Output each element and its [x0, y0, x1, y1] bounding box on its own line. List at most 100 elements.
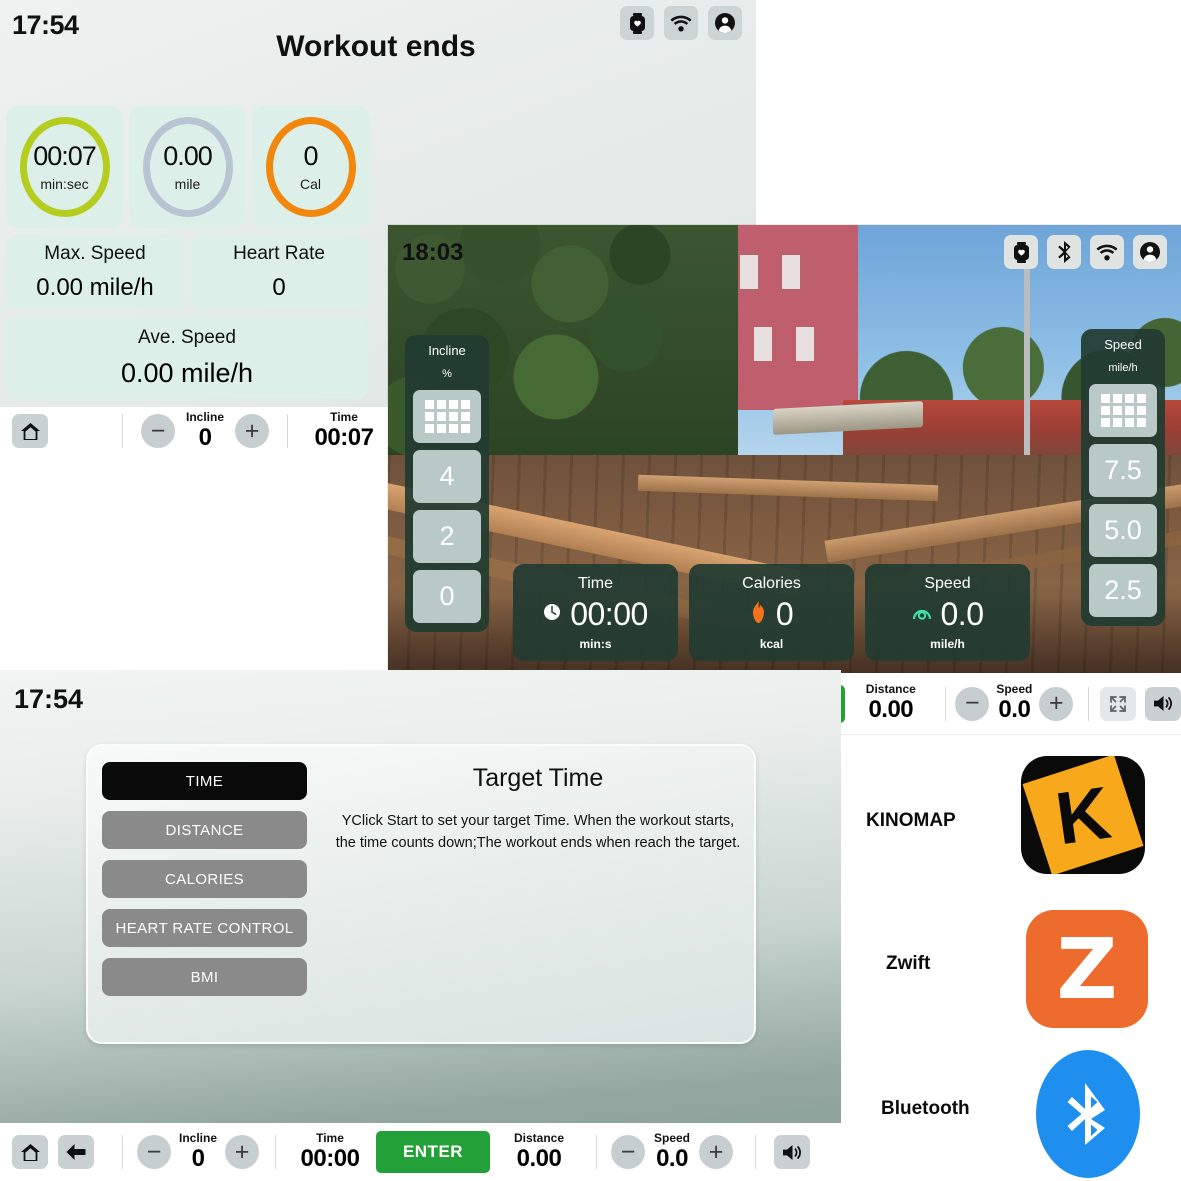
heart-rate-watch-icon[interactable] [620, 6, 654, 40]
panel3-console-bar: − Incline 0 + Time 00:00 ENTER Distance … [0, 1123, 841, 1181]
time-field: Time 00:00 [284, 1130, 376, 1173]
mode-item-bmi[interactable]: BMI [102, 958, 307, 996]
volume-icon[interactable] [1145, 686, 1181, 721]
stat-row-top: Max. Speed 0.00 mile/h Heart Rate 0 [6, 235, 368, 309]
stat-value-heart-rate: 0 [272, 273, 286, 301]
profile-icon[interactable] [708, 6, 742, 40]
mode-item-distance[interactable]: DISTANCE [102, 811, 307, 849]
stat-card-max-speed: Max. Speed 0.00 mile/h [6, 235, 184, 309]
gauge-icon [912, 603, 932, 626]
metric-card-row: Time 00:00 min:s Calories 0 kcal Speed 0… [513, 564, 1030, 661]
home-icon[interactable] [12, 414, 48, 448]
stat-card-ave-speed: Ave. Speed 0.00 mile/h [6, 317, 368, 399]
kinomap-k-glyph: K [1050, 770, 1116, 860]
bluetooth-rune-glyph [1067, 1083, 1105, 1145]
kinomap-video-panel: 18:03 Incline % 4 2 0 Speed mile/h 7.5 5… [388, 225, 1181, 734]
bluetooth-logo [1036, 1050, 1140, 1178]
mode-detail-description: YClick Start to set your target Time. Wh… [335, 813, 741, 851]
incline-value: 0 [198, 423, 212, 451]
app-label-zwift: Zwift [886, 953, 931, 974]
wifi-icon[interactable] [664, 6, 698, 40]
volume-icon[interactable] [774, 1135, 810, 1169]
divider [944, 686, 946, 721]
screenshot-root: 17:54 Workout ends 00:07 min:sec 0.00 mi… [0, 0, 1181, 1181]
metric-body-calories: 0 [750, 595, 794, 633]
wifi-icon[interactable] [1090, 235, 1124, 269]
video-scene: 18:03 Incline % 4 2 0 Speed mile/h 7.5 5… [388, 225, 1181, 673]
mode-item-heart-rate-control[interactable]: HEART RATE CONTROL [102, 909, 307, 947]
metric-card-speed: Speed 0.0 mile/h [865, 564, 1030, 661]
speed-value: 0.0 [998, 696, 1031, 724]
speed-preset-75[interactable]: 7.5 [1089, 444, 1157, 497]
mode-detail-title: Target Time [472, 764, 604, 792]
stat-value-ave-speed: 0.00 mile/h [120, 358, 254, 388]
gauge-card-distance: 0.00 mile [129, 106, 246, 228]
keypad-icon[interactable] [1089, 384, 1157, 437]
keypad-icon[interactable] [413, 390, 481, 443]
speed-minus-button[interactable]: − [955, 686, 990, 721]
keypad-glyph [1100, 394, 1146, 427]
time-label: Time [316, 1130, 344, 1145]
incline-preset-2[interactable]: 2 [413, 510, 481, 563]
profile-icon[interactable] [1133, 235, 1167, 269]
keypad-glyph [424, 400, 470, 433]
speed-preset-25[interactable]: 2.5 [1089, 564, 1157, 617]
gauge-ring-distance: 0.00 mile [142, 117, 233, 217]
target-mode-panel: 17:54 TIME DISTANCE CALORIES HEART RATE … [0, 670, 841, 1181]
incline-field: Incline 0 [171, 1130, 225, 1173]
incline-column-unit: % [442, 368, 452, 380]
incline-minus-button[interactable]: − [141, 414, 175, 448]
app-label-bluetooth: Bluetooth [881, 1098, 970, 1119]
metric-title-speed: Speed [924, 574, 971, 592]
distance-field: Distance 0.00 [845, 682, 937, 724]
speed-preset-50[interactable]: 5.0 [1089, 504, 1157, 557]
gauge-value-calories: 0 [303, 140, 318, 171]
metric-unit-time: min:s [579, 636, 612, 651]
incline-label: Incline [185, 409, 224, 424]
mode-item-calories[interactable]: CALORIES [102, 860, 307, 898]
gauge-ring-calories: 0 Cal [265, 117, 356, 217]
speed-plus-button[interactable]: + [699, 1135, 733, 1169]
divider [122, 414, 123, 448]
metric-card-calories: Calories 0 kcal [689, 564, 854, 661]
mode-item-time[interactable]: TIME [102, 762, 307, 800]
incline-preset-4[interactable]: 4 [413, 450, 481, 503]
time-label: Time [330, 409, 358, 424]
incline-label: Incline [178, 1130, 217, 1145]
metric-value-time: 00:00 [570, 595, 648, 632]
speed-minus-button[interactable]: − [611, 1135, 645, 1169]
incline-plus-button[interactable]: + [225, 1135, 259, 1169]
time-value: 00:00 [300, 1144, 360, 1172]
metric-body-time: 00:00 [543, 596, 648, 633]
incline-preset-0[interactable]: 0 [413, 570, 481, 623]
stat-label-heart-rate: Heart Rate [233, 242, 325, 264]
gauge-card-time: 00:07 min:sec [6, 106, 123, 228]
metric-value-calories: 0 [775, 595, 794, 632]
speed-label: Speed [653, 1130, 690, 1145]
speed-plus-button[interactable]: + [1039, 686, 1074, 721]
stat-value-max-speed: 0.00 mile/h [36, 273, 154, 301]
incline-minus-button[interactable]: − [137, 1135, 171, 1169]
heart-rate-watch-icon[interactable] [1004, 235, 1038, 269]
system-icon-tray [620, 6, 742, 40]
mode-detail-pane: Target Time YClick Start to set your tar… [333, 764, 743, 855]
distance-value: 0.00 [868, 696, 914, 724]
metric-title-time: Time [578, 574, 613, 592]
divider [287, 414, 288, 448]
enter-button[interactable]: ENTER [376, 1131, 490, 1173]
fullscreen-icon[interactable] [1100, 686, 1137, 721]
kinomap-logo: K [1021, 756, 1145, 874]
home-icon[interactable] [12, 1135, 48, 1169]
bluetooth-icon[interactable] [1047, 235, 1081, 269]
gauge-unit-distance: mile [174, 175, 201, 192]
speed-value: 0.0 [656, 1144, 688, 1172]
page-title-text: Workout ends [276, 30, 476, 63]
system-icon-tray [1004, 235, 1167, 269]
back-arrow-icon[interactable] [58, 1135, 94, 1169]
status-clock: 18:03 [402, 239, 464, 266]
app-label-kinomap: KINOMAP [866, 810, 956, 831]
distance-label: Distance [513, 1130, 565, 1145]
zwift-z-glyph: Z [1056, 920, 1118, 1018]
distance-value: 0.00 [516, 1144, 562, 1172]
incline-plus-button[interactable]: + [235, 414, 269, 448]
